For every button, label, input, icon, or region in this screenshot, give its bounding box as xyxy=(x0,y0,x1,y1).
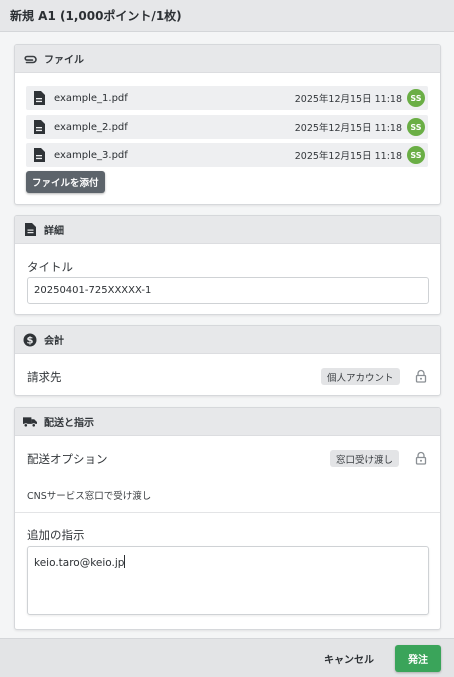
lock-icon xyxy=(415,451,427,465)
submit-order-button[interactable]: 発注 xyxy=(395,645,441,672)
file-name[interactable]: example_2.pdf xyxy=(54,122,295,133)
pdf-file-icon xyxy=(34,91,45,105)
billing-card-title: 会計 xyxy=(44,336,64,347)
delivery-option-description: CNSサービス窓口で受け渡し xyxy=(27,491,152,502)
user-avatar: SS xyxy=(407,89,425,107)
dollar-icon: $ xyxy=(23,333,37,347)
file-date: 2025年12月15日 11:18 xyxy=(294,94,402,105)
details-card-title: 詳細 xyxy=(44,226,64,237)
delivery-card-title: 配送と指示 xyxy=(44,418,94,429)
cancel-button[interactable]: キャンセル xyxy=(324,649,374,667)
svg-text:$: $ xyxy=(27,335,34,346)
pdf-file-icon xyxy=(34,148,45,162)
files-card-title: ファイル xyxy=(44,55,84,66)
divider xyxy=(15,512,440,513)
file-date: 2025年12月15日 11:18 xyxy=(294,151,402,162)
attach-file-button[interactable]: ファイルを添付 xyxy=(26,171,105,193)
user-avatar: SS xyxy=(407,146,425,164)
delivery-option-label: 配送オプション xyxy=(27,452,108,466)
file-date: 2025年12月15日 11:18 xyxy=(294,123,402,134)
files-card: ファイル example_1.pdf 2025年12月15日 11:18 SS … xyxy=(14,44,441,205)
billing-label: 請求先 xyxy=(27,370,62,384)
billing-card-header: $ 会計 xyxy=(15,326,440,354)
files-card-header: ファイル xyxy=(15,45,440,73)
billing-account-badge: 個人アカウント xyxy=(321,368,400,385)
billing-card: $ 会計 請求先 個人アカウント xyxy=(14,325,441,396)
details-card: 詳細 タイトル 20250401-725XXXXX-1 xyxy=(14,215,441,315)
dialog-body: ファイル example_1.pdf 2025年12月15日 11:18 SS … xyxy=(0,32,454,638)
pdf-file-icon xyxy=(34,120,45,134)
text-caret xyxy=(124,555,126,568)
title-label: タイトル xyxy=(27,260,73,274)
instructions-text: keio.taro@keio.jp xyxy=(34,557,125,569)
file-row[interactable]: example_1.pdf 2025年12月15日 11:18 SS xyxy=(26,86,428,110)
title-input[interactable]: 20250401-725XXXXX-1 xyxy=(27,277,429,304)
paperclip-icon xyxy=(23,52,37,66)
delivery-card: 配送と指示 配送オプション 窓口受け渡し CNSサービス窓口で受け渡し 追加の指… xyxy=(14,407,441,630)
truck-icon xyxy=(23,415,37,429)
file-row[interactable]: example_2.pdf 2025年12月15日 11:18 SS xyxy=(26,115,428,139)
file-name[interactable]: example_3.pdf xyxy=(54,150,295,161)
user-avatar: SS xyxy=(407,118,425,136)
file-name[interactable]: example_1.pdf xyxy=(54,93,295,104)
delivery-option-badge: 窓口受け渡し xyxy=(330,450,400,467)
lock-icon xyxy=(415,369,427,383)
document-icon xyxy=(23,223,37,237)
dialog-header: 新規 A1 (1,000ポイント/1枚) xyxy=(0,0,454,32)
delivery-card-header: 配送と指示 xyxy=(15,408,440,436)
dialog-footer: キャンセル 発注 xyxy=(0,638,454,677)
file-row[interactable]: example_3.pdf 2025年12月15日 11:18 SS xyxy=(26,143,428,167)
instructions-label: 追加の指示 xyxy=(27,528,85,542)
dialog-title: 新規 A1 (1,000ポイント/1枚) xyxy=(10,9,182,23)
instructions-textarea[interactable]: keio.taro@keio.jp xyxy=(27,546,429,615)
details-card-header: 詳細 xyxy=(15,216,440,244)
